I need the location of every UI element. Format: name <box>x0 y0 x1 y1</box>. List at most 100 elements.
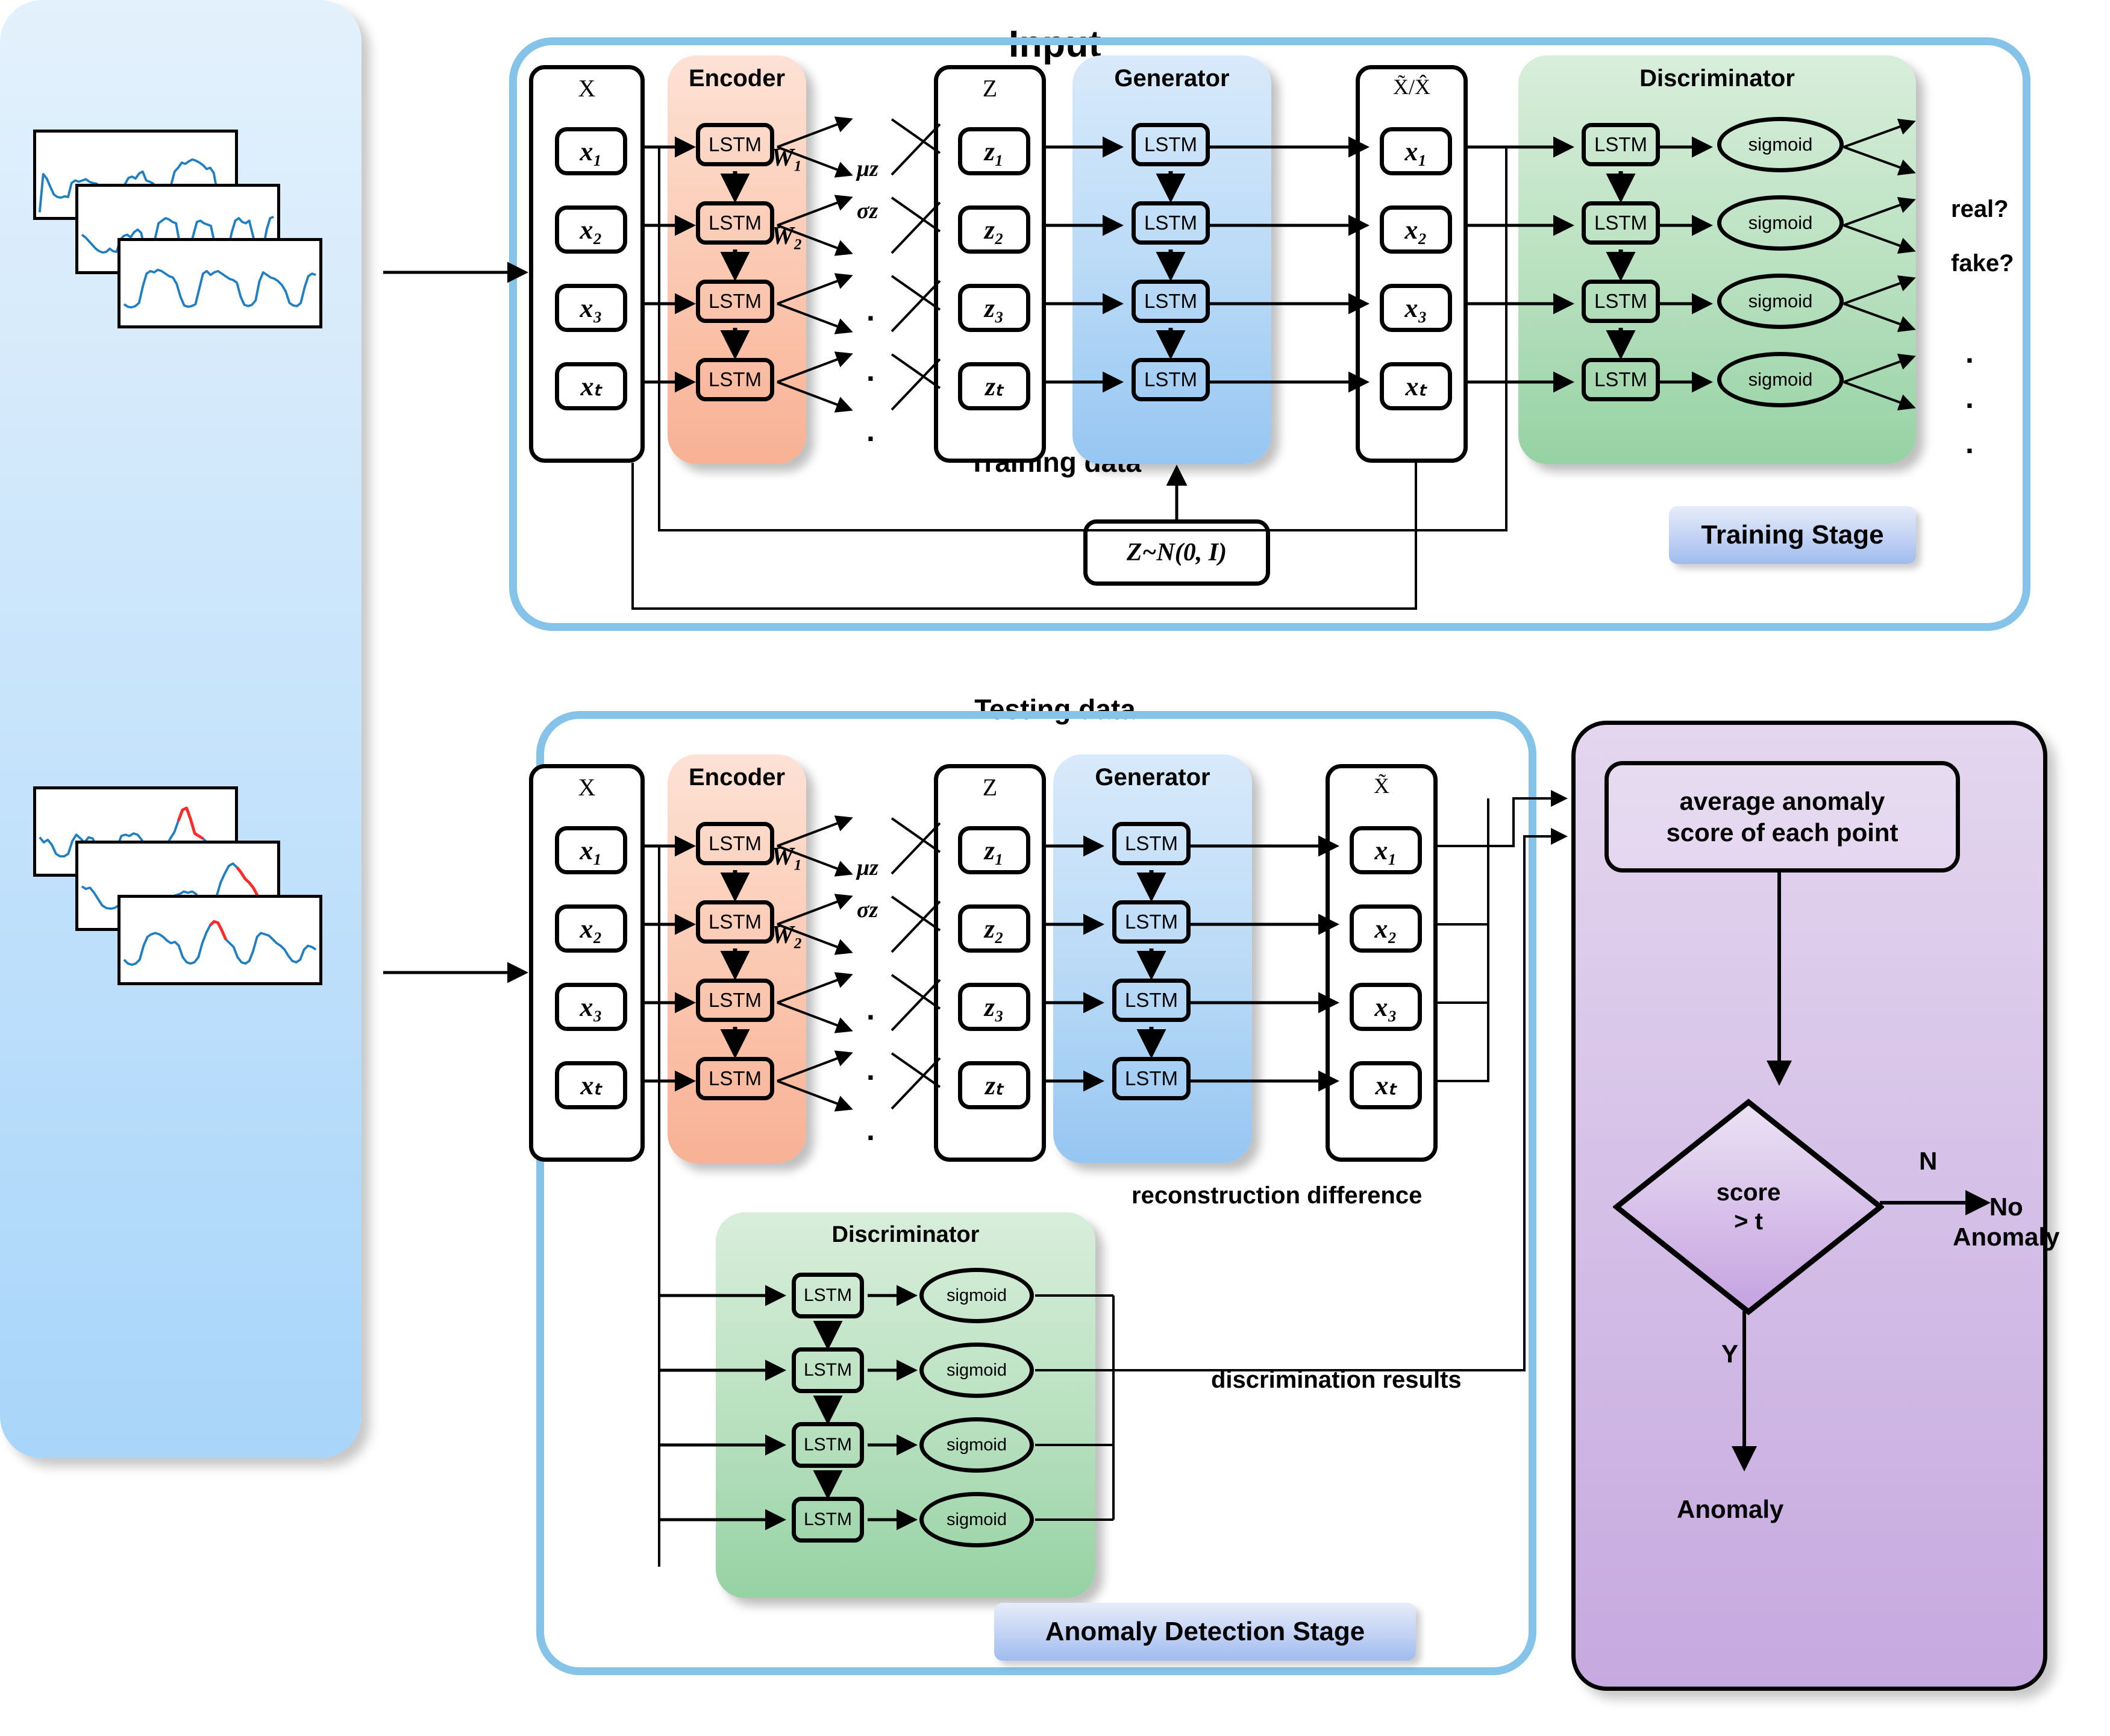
training-recon-block-title: X̃/X̂ <box>1393 75 1430 99</box>
detection-discriminator-lstm-3: LSTM <box>792 1422 864 1468</box>
detection-discriminator-title: Discriminator <box>831 1222 980 1247</box>
detection-discriminator: Discriminator LSTM LSTM LSTM LSTM sigmoi… <box>716 1212 1095 1598</box>
training-sigmoid-4: sigmoid <box>1717 352 1844 407</box>
detection-encoder-lstm-3: LSTM <box>696 979 774 1022</box>
training-x-block: X x₁ x₂ x₃ xₜ <box>529 65 645 463</box>
detection-generator-lstm-2: LSTM <box>1112 900 1191 944</box>
training-encoder-lstm-3: LSTM <box>696 280 774 323</box>
detection-encoder-lstm-4: LSTM <box>696 1057 774 1100</box>
training-generator-lstm-1: LSTM <box>1132 123 1210 166</box>
branch-no-label: N <box>1919 1147 1938 1175</box>
detection-encoder-ellipsis-3: . <box>866 1113 875 1147</box>
detection-generator: Generator LSTM LSTM LSTM LSTM <box>1053 754 1252 1163</box>
detection-sigmoid-2: sigmoid <box>919 1343 1034 1398</box>
result-no-anomaly-line-2: Anomaly <box>1953 1223 2060 1252</box>
training-encoder: Encoder LSTM LSTM LSTM LSTM <box>668 55 806 464</box>
detection-x-cell-1: x₁ <box>555 826 627 874</box>
detection-recon-cell-1: x₁ <box>1350 826 1422 874</box>
training-recon-cell-2: x₂ <box>1380 205 1452 254</box>
result-no-anomaly: No Anomaly <box>1953 1192 2059 1253</box>
training-encoder-ellipsis-3: . <box>866 414 875 448</box>
detection-z-cell-3: z₃ <box>958 983 1030 1031</box>
training-prior-box-label: Z~N(0, I) <box>1126 539 1227 566</box>
detection-sigmoid-3: sigmoid <box>919 1417 1034 1473</box>
input-panel: Input Training data Testing data <box>0 0 1141 1458</box>
training-z-block: Z z₁ z₂ z₃ zₜ <box>934 65 1046 463</box>
training-encoder-lstm-2: LSTM <box>696 201 774 245</box>
training-generator-lstm-2: LSTM <box>1132 201 1210 245</box>
avg-score-line-1: average anomaly <box>1679 787 1885 816</box>
detection-generator-lstm-4: LSTM <box>1112 1057 1191 1100</box>
reconstruction-difference-label: reconstruction difference <box>1132 1182 1423 1209</box>
detection-encoder-title: Encoder <box>688 764 786 791</box>
training-discriminator-lstm-1: LSTM <box>1582 123 1660 166</box>
training-sigmoid-1: sigmoid <box>1717 117 1844 172</box>
detection-x-cell-2: x₂ <box>555 904 627 953</box>
detection-discriminator-lstm-4: LSTM <box>792 1497 864 1543</box>
detection-generator-title: Generator <box>1095 764 1210 791</box>
training-prior-box: Z~N(0, I) <box>1083 519 1270 586</box>
detection-z-cell-4: zₜ <box>958 1061 1030 1109</box>
detection-weight-label-2: W₂ <box>771 921 803 949</box>
detection-x-block: X x₁ x₂ x₃ xₜ <box>529 764 645 1162</box>
detection-discriminator-lstm-2: LSTM <box>792 1347 864 1393</box>
branch-yes-label: Y <box>1721 1340 1739 1368</box>
detection-z-block-title: Z <box>982 774 998 801</box>
training-discriminator-lstm-4: LSTM <box>1582 358 1660 401</box>
training-z-cell-3: z₃ <box>958 284 1030 332</box>
detection-recon-block: X̃ x₁ x₂ x₃ xₜ <box>1326 764 1438 1162</box>
training-z-cell-2: z₂ <box>958 205 1030 254</box>
training-discriminator-title: Discriminator <box>1639 65 1795 92</box>
training-output-ellipsis-3: . <box>1965 426 1974 460</box>
detection-encoder-lstm-2: LSTM <box>696 900 774 944</box>
training-encoder-ellipsis-2: . <box>866 354 875 387</box>
detection-recon-cell-3: x₃ <box>1350 983 1422 1031</box>
detection-weight-label-1: W₁ <box>771 843 803 871</box>
result-anomaly: Anomaly <box>1677 1495 1784 1523</box>
detection-encoder-lstm-1: LSTM <box>696 822 774 865</box>
training-weight-label-2: W₂ <box>771 222 803 250</box>
detection-encoder: Encoder LSTM LSTM LSTM LSTM <box>668 754 806 1163</box>
testing-chart-3 <box>117 895 322 985</box>
training-encoder-lstm-4: LSTM <box>696 358 774 401</box>
detection-generator-lstm-1: LSTM <box>1112 822 1191 865</box>
detection-encoder-ellipsis-2: . <box>866 1053 875 1086</box>
training-stage-badge: Training Stage <box>1669 506 1916 564</box>
discrimination-results-label: discrimination results <box>1211 1367 1462 1393</box>
detection-sigma-z-label: σz <box>857 897 878 923</box>
training-output-real-label: real? <box>1951 196 2009 222</box>
detection-stage-badge: Anomaly Detection Stage <box>994 1603 1416 1661</box>
detection-x-cell-4: xₜ <box>555 1061 627 1109</box>
detection-x-block-title: X <box>578 774 596 801</box>
training-z-block-title: Z <box>982 75 998 102</box>
training-discriminator-lstm-3: LSTM <box>1582 280 1660 323</box>
detection-sigmoid-1: sigmoid <box>919 1268 1034 1323</box>
detection-discriminator-lstm-1: LSTM <box>792 1273 864 1318</box>
decision-panel: average anomaly score of each point scor… <box>1571 721 2059 1691</box>
avg-score-line-2: score of each point <box>1666 818 1899 847</box>
training-discriminator-lstm-2: LSTM <box>1582 201 1660 245</box>
training-generator-title: Generator <box>1114 65 1230 92</box>
training-output-ellipsis-2: . <box>1965 381 1974 415</box>
detection-z-cell-2: z₂ <box>958 904 1030 953</box>
detection-recon-cell-2: x₂ <box>1350 904 1422 953</box>
training-weight-label-1: W₁ <box>771 144 803 172</box>
training-recon-cell-3: x₃ <box>1380 284 1452 332</box>
training-generator-lstm-3: LSTM <box>1132 280 1210 323</box>
training-x-cell-2: x₂ <box>555 205 627 254</box>
training-x-cell-4: xₜ <box>555 362 627 410</box>
training-encoder-lstm-1: LSTM <box>696 123 774 166</box>
detection-z-block: Z z₁ z₂ z₃ zₜ <box>934 764 1046 1162</box>
training-generator: Generator LSTM LSTM LSTM LSTM <box>1072 55 1271 464</box>
training-sigmoid-3: sigmoid <box>1717 274 1844 329</box>
training-z-cell-4: zₜ <box>958 362 1030 410</box>
detection-z-cell-1: z₁ <box>958 826 1030 874</box>
detection-recon-block-title: X̃ <box>1374 774 1389 798</box>
training-generator-lstm-4: LSTM <box>1132 358 1210 401</box>
score-threshold-decision: score > t <box>1613 1098 1884 1315</box>
training-output-fake-label: fake? <box>1951 250 2014 277</box>
training-chart-3 <box>117 238 322 328</box>
detection-mu-z-label: μz <box>857 855 878 880</box>
training-recon-cell-4: xₜ <box>1380 362 1452 410</box>
training-x-cell-1: x₁ <box>555 127 627 175</box>
